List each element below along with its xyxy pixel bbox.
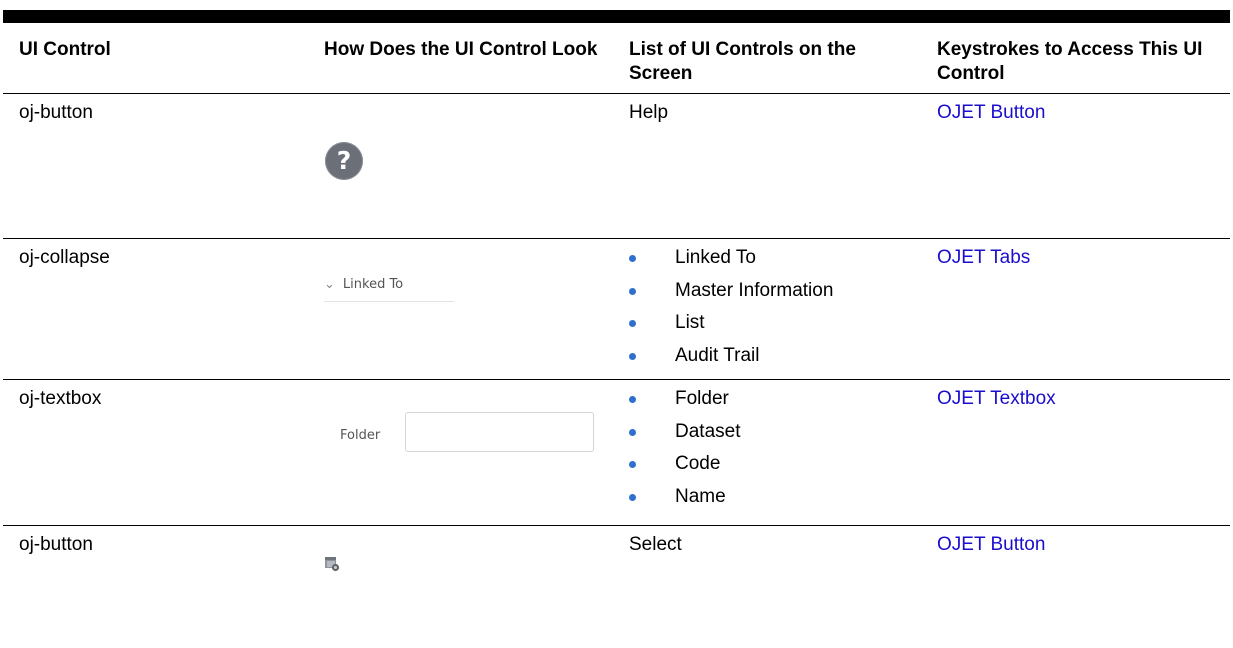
screen-controls: Folder Dataset Code Name: [613, 379, 921, 526]
bullet-icon: [629, 352, 636, 360]
list-item: Master Information: [629, 279, 921, 303]
control-name: oj-collapse: [3, 238, 308, 380]
list-item: Linked To: [629, 246, 921, 270]
bullet-icon: [629, 320, 636, 327]
table-row: oj-textbox Folder Folder Dataset Code Na…: [3, 379, 1230, 526]
list-item: Folder: [629, 387, 921, 411]
look-cell: ⌄ Linked To: [308, 238, 613, 380]
collapse-sample-label: Linked To: [342, 277, 404, 292]
look-cell: Folder: [308, 379, 613, 526]
header-look: How Does the UI Control Look: [308, 23, 613, 94]
screen-controls-list: Folder Dataset Code Name: [629, 387, 921, 509]
list-item: Code: [629, 452, 921, 476]
bullet-icon: [629, 255, 636, 262]
table-top-rule: [3, 10, 1230, 23]
bullet-icon: [629, 493, 636, 501]
screen-control: Select: [629, 534, 682, 555]
keystrokes-cell: OJET Button: [921, 526, 1230, 634]
header-ui-control: UI Control: [3, 23, 308, 94]
list-item-label: List: [675, 312, 705, 333]
ojet-button-link[interactable]: OJET Button: [937, 534, 1045, 555]
bullet-icon: [629, 287, 636, 295]
ojet-textbox-link[interactable]: OJET Textbox: [937, 388, 1056, 409]
list-item-label: Name: [675, 485, 726, 507]
textbox-sample-field: [405, 412, 594, 452]
table-row: oj-button Select OJET Button: [3, 526, 1230, 634]
list-item-label: Folder: [675, 388, 729, 409]
control-name: oj-button: [19, 534, 93, 555]
screen-control: Help: [613, 93, 921, 239]
control-name: oj-button: [3, 93, 308, 239]
control-name: oj-textbox: [3, 379, 308, 526]
list-item-label: Code: [675, 453, 721, 474]
look-cell: [308, 526, 613, 634]
ui-controls-table: UI Control How Does the UI Control Look …: [3, 23, 1230, 633]
bullet-icon: [629, 396, 636, 403]
list-item: List: [629, 311, 921, 335]
list-item: Dataset: [629, 420, 921, 444]
list-item-label: Linked To: [675, 247, 756, 268]
select-dialog-icon: [325, 557, 340, 572]
ojet-button-link[interactable]: OJET Button: [937, 102, 1045, 123]
list-item: Name: [629, 485, 921, 509]
help-question-icon: ?: [325, 142, 363, 180]
screen-controls-list: Linked To Master Information List Audit …: [629, 246, 921, 368]
list-item: Audit Trail: [629, 344, 921, 368]
list-item-label: Dataset: [675, 420, 741, 442]
screen-controls: Linked To Master Information List Audit …: [613, 238, 921, 380]
header-screen-controls: List of UI Controls on the Screen: [613, 23, 921, 94]
table-header-row: UI Control How Does the UI Control Look …: [3, 23, 1230, 94]
list-item-label: Audit Trail: [675, 344, 760, 366]
collapse-sample: ⌄ Linked To: [324, 275, 454, 302]
textbox-sample-label: Folder: [340, 428, 381, 443]
chevron-down-icon: ⌄: [324, 277, 335, 292]
keystrokes-cell: OJET Textbox: [921, 379, 1230, 526]
keystrokes-cell: OJET Tabs: [921, 238, 1230, 380]
bullet-icon: [629, 428, 636, 436]
table-row: oj-collapse ⌄ Linked To Linked To Master …: [3, 238, 1230, 380]
ojet-tabs-link[interactable]: OJET Tabs: [937, 247, 1030, 268]
table-row: oj-button ? Help OJET Button: [3, 93, 1230, 239]
bullet-icon: [629, 461, 636, 468]
header-keystrokes: Keystrokes to Access This UI Control: [921, 23, 1230, 94]
keystrokes-cell: OJET Button: [921, 93, 1230, 239]
list-item-label: Master Information: [675, 279, 834, 301]
look-cell: ?: [308, 93, 613, 239]
